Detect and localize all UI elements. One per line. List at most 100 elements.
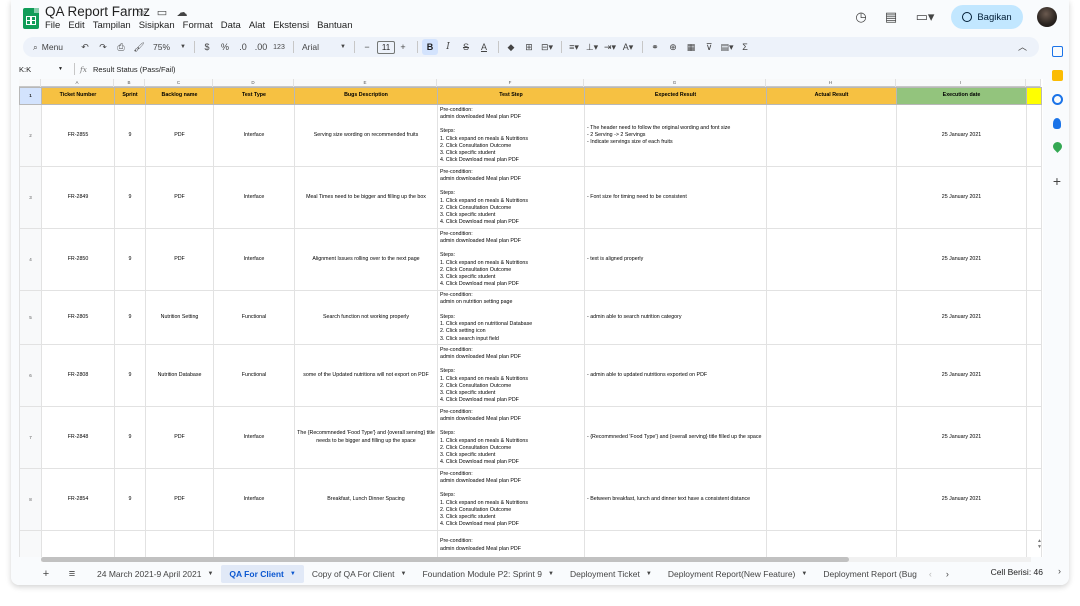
- chevron-down-icon[interactable]: ▼: [290, 571, 296, 577]
- sheet-table[interactable]: 1 Ticket Number Sprint Backlog name Test Typ…: [19, 87, 1042, 557]
- backlog-name-cell[interactable]: PDF: [145, 406, 214, 469]
- result-status-cell[interactable]: [1026, 406, 1042, 469]
- backlog-name-cell[interactable]: Nutrition Setting: [145, 290, 214, 345]
- currency-format-button[interactable]: $: [199, 39, 215, 55]
- decrease-font-size-icon[interactable]: −: [359, 39, 375, 55]
- bugs-description-cell[interactable]: Alignment Issues rolling over to the nex…: [294, 228, 438, 291]
- add-sheet-icon[interactable]: +: [35, 568, 57, 580]
- backlog-name-header[interactable]: Backlog name: [145, 87, 214, 105]
- ticket-number-cell[interactable]: FR-2855: [41, 104, 115, 167]
- actual-result-cell[interactable]: [766, 290, 897, 345]
- row-number[interactable]: 7: [19, 406, 42, 469]
- sprint-cell[interactable]: 9: [114, 468, 146, 531]
- expected-result-cell[interactable]: - The header need to follow the original…: [584, 104, 767, 167]
- grid-cell[interactable]: [41, 530, 115, 557]
- explore-chevron-icon[interactable]: ›: [1058, 566, 1061, 576]
- paint-format-icon[interactable]: 🖌: [131, 39, 147, 55]
- menu-item-bantuan[interactable]: Bantuan: [317, 20, 357, 31]
- menu-item-ekstensi[interactable]: Ekstensi: [273, 20, 314, 31]
- row-number[interactable]: [19, 530, 42, 557]
- print-icon[interactable]: ⎙: [113, 39, 129, 55]
- name-box[interactable]: K:K ▼: [11, 63, 69, 75]
- row-number[interactable]: 4: [19, 228, 42, 291]
- contacts-icon[interactable]: [1053, 118, 1061, 129]
- collapse-menu-icon[interactable]: ︿: [1018, 40, 1027, 53]
- spreadsheet-grid[interactable]: ABCDEFGHI 1 Ticket Number Sprint Backlog na…: [19, 79, 1043, 557]
- all-sheets-icon[interactable]: ≡: [61, 568, 83, 580]
- sprint-cell[interactable]: 9: [114, 228, 146, 291]
- result-status-header[interactable]: [1026, 87, 1042, 105]
- scroll-arrows[interactable]: ▲ ▼: [1037, 538, 1042, 550]
- functions-icon[interactable]: Σ: [737, 39, 753, 55]
- grid-cell[interactable]: [896, 530, 1027, 557]
- menu-item-data[interactable]: Data: [221, 20, 246, 31]
- increase-decimal-button[interactable]: .00: [253, 39, 269, 55]
- sheet-tab[interactable]: Deployment Ticket ▼: [562, 565, 660, 583]
- menu-item-tampilan[interactable]: Tampilan: [93, 20, 136, 31]
- sprint-cell[interactable]: 9: [114, 406, 146, 469]
- menu-item-file[interactable]: File: [45, 20, 65, 31]
- backlog-name-cell[interactable]: Nutrition Database: [145, 344, 214, 407]
- meet-icon[interactable]: ▭▾: [913, 9, 937, 25]
- number-format-button[interactable]: 123: [271, 39, 287, 55]
- sheet-tab[interactable]: Deployment Report(New Feature) ▼: [660, 565, 816, 583]
- grid-cell[interactable]: [766, 530, 897, 557]
- test-step-cell[interactable]: Pre-condition: admin on nutrition setting…: [437, 290, 585, 345]
- move-folder-icon[interactable]: ▭: [155, 5, 169, 19]
- undo-icon[interactable]: ↶: [77, 39, 93, 55]
- test-step-cell[interactable]: Pre-condition: admin downloaded Meal plan…: [437, 104, 585, 167]
- cloud-status-icon[interactable]: ☁: [175, 5, 189, 19]
- actual-result-cell[interactable]: [766, 468, 897, 531]
- chevron-down-icon[interactable]: ▼: [646, 571, 652, 577]
- actual-result-cell[interactable]: [766, 406, 897, 469]
- strikethrough-icon[interactable]: S: [458, 39, 474, 55]
- star-icon[interactable]: ☆: [135, 5, 149, 19]
- zoom-select[interactable]: 75% ▼: [149, 42, 190, 52]
- expected-result-cell[interactable]: - Font size for timing need to be consis…: [584, 166, 767, 229]
- grid-cell[interactable]: [294, 530, 438, 557]
- sheet-tab[interactable]: Foundation Module P2: Sprint 9 ▼: [414, 565, 562, 583]
- comments-icon[interactable]: ▤: [883, 9, 899, 25]
- result-status-cell[interactable]: [1026, 166, 1042, 229]
- vertical-align-icon[interactable]: ⊥▾: [584, 39, 600, 55]
- actual-result-cell[interactable]: [766, 344, 897, 407]
- sprint-cell[interactable]: 9: [114, 166, 146, 229]
- actual-result-header[interactable]: Actual Result: [766, 87, 897, 105]
- row-number[interactable]: 6: [19, 344, 42, 407]
- menu-item-edit[interactable]: Edit: [68, 20, 89, 31]
- font-select[interactable]: Arial ▼: [298, 42, 350, 52]
- ticket-number-cell[interactable]: FR-2808: [41, 344, 115, 407]
- chevron-down-icon[interactable]: ▼: [400, 571, 406, 577]
- sprint-cell[interactable]: 9: [114, 344, 146, 407]
- chevron-down-icon[interactable]: ▼: [801, 571, 807, 577]
- result-status-cell[interactable]: [1026, 228, 1042, 291]
- ticket-number-cell[interactable]: FR-2850: [41, 228, 115, 291]
- execution-date-cell[interactable]: 25 January 2021: [896, 406, 1027, 469]
- backlog-name-cell[interactable]: PDF: [145, 166, 214, 229]
- row-number[interactable]: 2: [19, 104, 42, 167]
- sprint-cell[interactable]: 9: [114, 290, 146, 345]
- insert-comment-icon[interactable]: ⊕: [665, 39, 681, 55]
- test-step-cell[interactable]: Pre-condition: admin downloaded Meal plan…: [437, 166, 585, 229]
- menu-item-alat[interactable]: Alat: [249, 20, 270, 31]
- ticket-number-header[interactable]: Ticket Number: [41, 87, 115, 105]
- avatar[interactable]: [1037, 7, 1057, 27]
- ticket-number-cell[interactable]: FR-2848: [41, 406, 115, 469]
- expected-result-cell[interactable]: - admin able to updated nutritions expor…: [584, 344, 767, 407]
- bugs-description-cell[interactable]: The {Recommneded 'Food Type'} and {overa…: [294, 406, 438, 469]
- test-type-cell[interactable]: Interface: [213, 468, 295, 531]
- actual-result-cell[interactable]: [766, 104, 897, 167]
- filter-views-icon[interactable]: ▤▾: [719, 39, 735, 55]
- test-step-cell[interactable]: Pre-condition: admin downloaded Meal plan…: [437, 228, 585, 291]
- sheet-tab[interactable]: 24 March 2021-9 April 2021 ▼: [89, 565, 221, 583]
- execution-date-cell[interactable]: 25 January 2021: [896, 166, 1027, 229]
- font-size-input[interactable]: 11: [377, 40, 395, 54]
- test-type-cell[interactable]: Interface: [213, 406, 295, 469]
- execution-date-cell[interactable]: 25 January 2021: [896, 344, 1027, 407]
- decrease-decimal-button[interactable]: .0: [235, 39, 251, 55]
- calendar-icon[interactable]: [1051, 46, 1063, 57]
- select-all-corner[interactable]: [19, 79, 41, 87]
- column-header[interactable]: C: [145, 79, 213, 87]
- column-header[interactable]: I: [896, 79, 1026, 87]
- ticket-number-cell[interactable]: FR-2805: [41, 290, 115, 345]
